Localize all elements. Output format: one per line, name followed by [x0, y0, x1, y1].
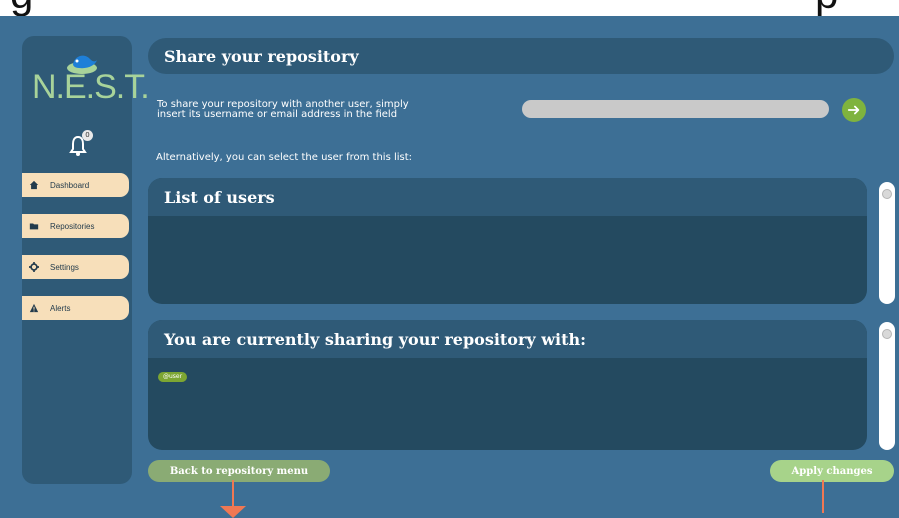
notification-badge: 0	[82, 130, 93, 141]
sidebar-item-label: Alerts	[50, 303, 71, 313]
back-button[interactable]: Back to repository menu	[148, 460, 330, 482]
users-list-title: List of users	[148, 178, 867, 216]
arrow-right-icon	[847, 105, 860, 115]
shared-users-title: You are currently sharing your repositor…	[148, 320, 867, 358]
users-list-scrollbar[interactable]	[879, 182, 895, 304]
apply-changes-button[interactable]: Apply changes	[770, 460, 894, 482]
sidebar-item-settings[interactable]: Settings	[22, 255, 129, 279]
users-list-panel: List of users	[148, 178, 867, 304]
share-submit-button[interactable]	[842, 98, 866, 122]
top-strip-left-text: g	[10, 0, 33, 16]
sidebar: N.E.S.T. 0 Dashboard Repositories Settin…	[22, 36, 150, 484]
instruction-line-2: insert its username or email address in …	[157, 109, 398, 120]
shared-users-scrollbar[interactable]	[879, 322, 895, 450]
logo-text: N.E.S.T.	[32, 68, 150, 106]
scroll-thumb[interactable]	[882, 189, 892, 199]
sidebar-item-label: Settings	[50, 262, 79, 272]
annotation-line-apply	[822, 480, 824, 513]
folder-icon	[28, 220, 40, 232]
share-instructions: To share your repository with another us…	[157, 100, 517, 120]
annotation-line-back	[232, 480, 234, 506]
top-strip-right-text: p	[815, 0, 838, 16]
logo: N.E.S.T.	[32, 48, 150, 118]
sidebar-item-repositories[interactable]: Repositories	[22, 214, 129, 238]
page-title: Share your repository	[148, 38, 894, 74]
sidebar-item-label: Dashboard	[50, 180, 90, 190]
gear-icon	[28, 261, 40, 273]
user-chip[interactable]: @user	[158, 372, 188, 382]
shared-users-panel: You are currently sharing your repositor…	[148, 320, 867, 450]
username-email-input[interactable]	[522, 100, 829, 118]
sidebar-item-label: Repositories	[50, 221, 95, 231]
sidebar-item-alerts[interactable]: Alerts	[22, 296, 129, 320]
home-icon	[28, 179, 40, 191]
top-strip: g p	[0, 0, 899, 16]
scroll-thumb[interactable]	[882, 329, 892, 339]
warning-icon	[28, 302, 40, 314]
annotation-arrow-head	[220, 506, 246, 518]
alternative-text: Alternatively, you can select the user f…	[156, 152, 413, 163]
sidebar-item-dashboard[interactable]: Dashboard	[22, 173, 129, 197]
